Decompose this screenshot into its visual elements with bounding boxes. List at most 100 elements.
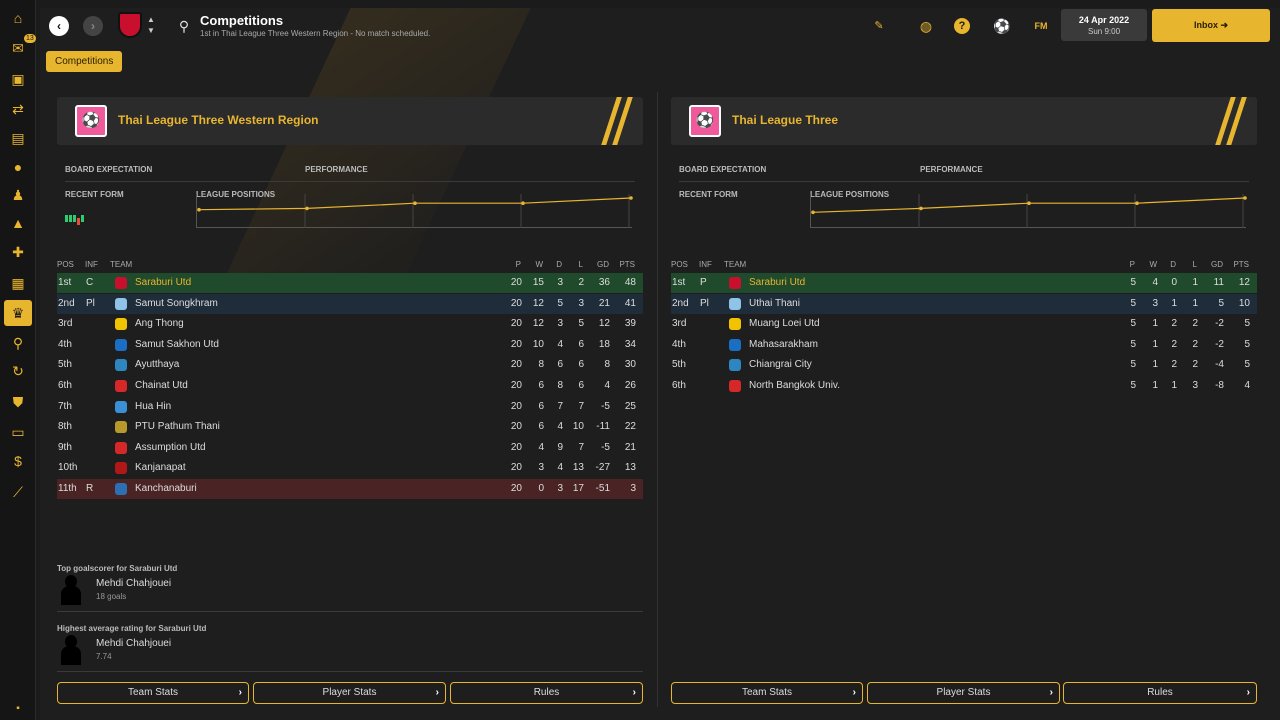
competitions-icon[interactable]: ♛ [4,300,32,326]
date-box[interactable]: 24 Apr 2022 Sun 9:00 [1061,9,1147,41]
column-header-pos[interactable]: POS [671,258,697,272]
football-icon[interactable]: ⚽ [992,16,1012,36]
scouting-icon[interactable]: ⚲ [9,334,27,352]
team-name[interactable]: Muang Loei Utd [749,314,820,334]
team-name[interactable]: Saraburi Utd [749,273,805,293]
column-header-team[interactable]: TEAM [110,258,132,272]
team-name[interactable]: Uthai Thani [749,294,800,314]
competition-header[interactable]: ⚽ Thai League Three [671,97,1257,145]
column-header-inf[interactable]: INF [85,258,105,272]
forward-button[interactable]: › [83,16,103,36]
team-name[interactable]: Kanjanapat [135,458,186,478]
table-row[interactable]: 3rd 5 1 2 2 -2 5 Muang Loei Utd [671,314,1257,334]
chevron-down-icon[interactable]: ▼ [147,25,155,36]
home-icon[interactable]: ⌂ [9,9,27,27]
positions-point[interactable] [521,201,525,205]
team-name[interactable]: Kanchanaburi [135,479,197,499]
transfers-icon[interactable]: ↻ [9,362,27,380]
positions-point[interactable] [629,196,633,200]
team-name[interactable]: Ang Thong [135,314,184,334]
positions-point[interactable] [197,207,201,212]
table-row[interactable]: 9th 20 4 9 7 -5 21 Assumption Utd [57,438,643,458]
team-name[interactable]: Ayutthaya [135,355,179,375]
pencil-icon[interactable]: ✎ [869,16,889,36]
column-header-d[interactable]: D [549,258,562,272]
table-row[interactable]: 6th 20 6 8 6 4 26 Chainat Utd [57,376,643,396]
inbox-icon[interactable]: ✉ 13 [9,34,36,57]
column-header-d[interactable]: D [1163,258,1176,272]
team-name[interactable]: Mahasarakham [749,335,818,355]
tactics-icon[interactable]: ▤ [9,129,27,147]
team-name[interactable]: Samut Sakhon Utd [135,335,219,355]
team-name[interactable]: Chainat Utd [135,376,188,396]
table-row[interactable]: 1st C 20 15 3 2 36 48 Saraburi Utd [57,273,643,293]
table-row[interactable]: 4th 20 10 4 6 18 34 Samut Sakhon Utd [57,335,643,355]
chevron-up-icon[interactable]: ▲ [147,14,155,25]
club-vision-icon[interactable]: ▭ [9,423,27,441]
world-icon[interactable]: ◍ [916,16,936,36]
column-header-team[interactable]: TEAM [724,258,746,272]
positions-point[interactable] [1243,196,1247,200]
positions-point[interactable] [413,201,417,205]
team-name[interactable]: Saraburi Utd [135,273,191,293]
top-rating-name[interactable]: Mehdi Chahjouei [96,638,171,649]
column-header-p[interactable]: P [497,258,521,272]
positions-point[interactable] [919,206,923,211]
club-switcher[interactable]: ▲ ▼ [147,14,155,36]
top-scorer-name[interactable]: Mehdi Chahjouei [96,578,171,589]
team-stats-button[interactable]: Team Stats › [57,682,249,704]
schedule-icon[interactable]: ▦ [9,274,27,292]
column-header-p[interactable]: P [1111,258,1135,272]
column-header-w[interactable]: W [1141,258,1157,272]
column-header-l[interactable]: L [567,258,583,272]
column-header-pts[interactable]: PTS [1227,258,1249,272]
table-row[interactable]: 3rd 20 12 3 5 12 39 Ang Thong [57,314,643,334]
table-row[interactable]: 4th 5 1 2 2 -2 5 Mahasarakham [671,335,1257,355]
table-row[interactable]: 2nd Pl 5 3 1 1 5 10 Uthai Thani [671,293,1257,314]
team-name[interactable]: Samut Songkhram [135,294,218,314]
player-stats-button[interactable]: Player Stats › [253,682,446,704]
player-stats-button[interactable]: Player Stats › [867,682,1060,704]
positions-point[interactable] [1027,201,1031,205]
club-crest[interactable] [118,12,142,38]
positions-point[interactable] [811,210,815,215]
table-row[interactable]: 5th 20 8 6 6 8 30 Ayutthaya [57,355,643,375]
status-icon[interactable]: ▪ [9,700,27,718]
search-icon[interactable]: ⚲ [174,16,194,36]
team-name[interactable]: Hua Hin [135,397,171,417]
column-header-inf[interactable]: INF [699,258,719,272]
column-header-gd[interactable]: GD [1203,258,1223,272]
team-name[interactable]: Assumption Utd [135,438,206,458]
competition-header[interactable]: ⚽ Thai League Three Western Region [57,97,643,145]
column-header-pos[interactable]: POS [57,258,83,272]
column-header-w[interactable]: W [527,258,543,272]
table-row[interactable]: 5th 5 1 2 2 -4 5 Chiangrai City [671,355,1257,375]
finances-icon[interactable]: $ [9,452,27,470]
medical-icon[interactable]: ✚ [9,243,27,261]
table-row[interactable]: 6th 5 1 1 3 -8 4 North Bangkok Univ. [671,376,1257,396]
column-header-gd[interactable]: GD [589,258,609,272]
fm-menu-icon[interactable]: FM [1028,16,1054,36]
table-row[interactable]: 1st P 5 4 0 1 11 12 Saraburi Utd [671,273,1257,293]
dynamics-icon[interactable]: ⇄ [9,100,27,118]
positions-point[interactable] [1135,201,1139,205]
team-name[interactable]: North Bangkok Univ. [749,376,840,396]
table-row[interactable]: 10th 20 3 4 13 -27 13 Kanjanapat [57,458,643,478]
back-button[interactable]: ‹ [49,16,69,36]
rules-button[interactable]: Rules › [450,682,643,704]
table-row[interactable]: 11th R 20 0 3 17 -51 3 Kanchanaburi [57,479,643,499]
table-row[interactable]: 7th 20 6 7 7 -5 25 Hua Hin [57,397,643,417]
positions-point[interactable] [305,206,309,211]
table-row[interactable]: 8th 20 6 4 10 -11 22 PTU Pathum Thani [57,417,643,437]
team-name[interactable]: Chiangrai City [749,355,812,375]
club-info-icon[interactable]: ⛊ [9,393,27,411]
team-stats-button[interactable]: Team Stats › [671,682,863,704]
column-header-l[interactable]: L [1181,258,1197,272]
squad-icon[interactable]: ▣ [9,70,27,88]
help-icon[interactable]: ? [954,18,970,34]
rules-button[interactable]: Rules › [1063,682,1257,704]
table-row[interactable]: 2nd Pl 20 12 5 3 21 41 Samut Songkhram [57,293,643,314]
training-icon[interactable]: ▲ [9,214,27,232]
team-name[interactable]: PTU Pathum Thani [135,417,220,437]
column-header-pts[interactable]: PTS [613,258,635,272]
